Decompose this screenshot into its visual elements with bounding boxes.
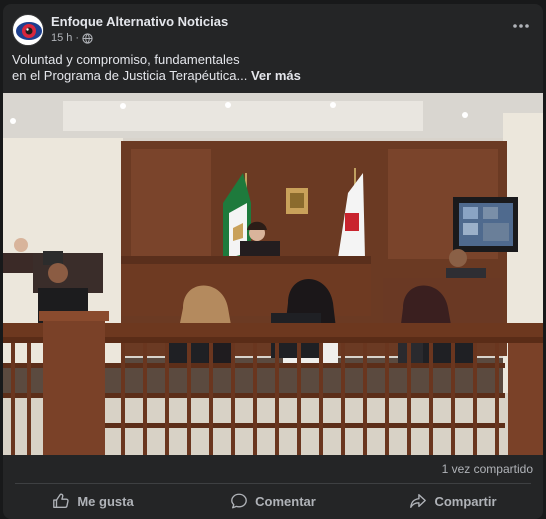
post-text-line-1: Voluntad y compromiso, fundamentales	[12, 52, 240, 67]
share-arrow-icon	[410, 494, 427, 508]
page-avatar[interactable]	[12, 14, 44, 46]
more-dots-icon	[513, 24, 529, 28]
meta-separator: ·	[75, 32, 80, 44]
eye-logo-icon	[14, 16, 43, 45]
post-card: Enfoque Alternativo Noticias 15 h · Volu…	[3, 4, 543, 519]
globe-icon	[82, 32, 93, 44]
thumbs-up-icon	[53, 493, 69, 508]
post-header: Enfoque Alternativo Noticias 15 h ·	[3, 4, 543, 52]
post-text: Voluntad y compromiso, fundamentales en …	[12, 52, 532, 84]
like-button[interactable]: Me gusta	[3, 485, 183, 517]
comment-icon	[231, 493, 248, 509]
post-text-line-2-body: en el Programa de Justicia Terapéutica..…	[12, 68, 248, 83]
page-name-link[interactable]: Enfoque Alternativo Noticias	[51, 14, 228, 29]
footer-divider	[15, 483, 531, 484]
see-more-link[interactable]: Ver más	[251, 68, 301, 83]
comment-button[interactable]: Comentar	[183, 485, 363, 517]
post-actions: Me gusta Comentar Compartir	[3, 485, 543, 517]
more-options-button[interactable]	[509, 18, 533, 34]
comment-label: Comentar	[255, 493, 316, 509]
share-button[interactable]: Compartir	[363, 485, 543, 517]
post-time[interactable]: 15 h	[51, 32, 72, 44]
share-count[interactable]: 1 vez compartido	[442, 462, 533, 476]
post-photo[interactable]	[3, 93, 543, 455]
post-meta: 15 h ·	[51, 32, 93, 44]
share-label: Compartir	[434, 493, 497, 509]
post-text-line-2: en el Programa de Justicia Terapéutica..…	[12, 68, 532, 84]
courtroom-photo	[3, 93, 543, 455]
like-label: Me gusta	[77, 493, 134, 509]
